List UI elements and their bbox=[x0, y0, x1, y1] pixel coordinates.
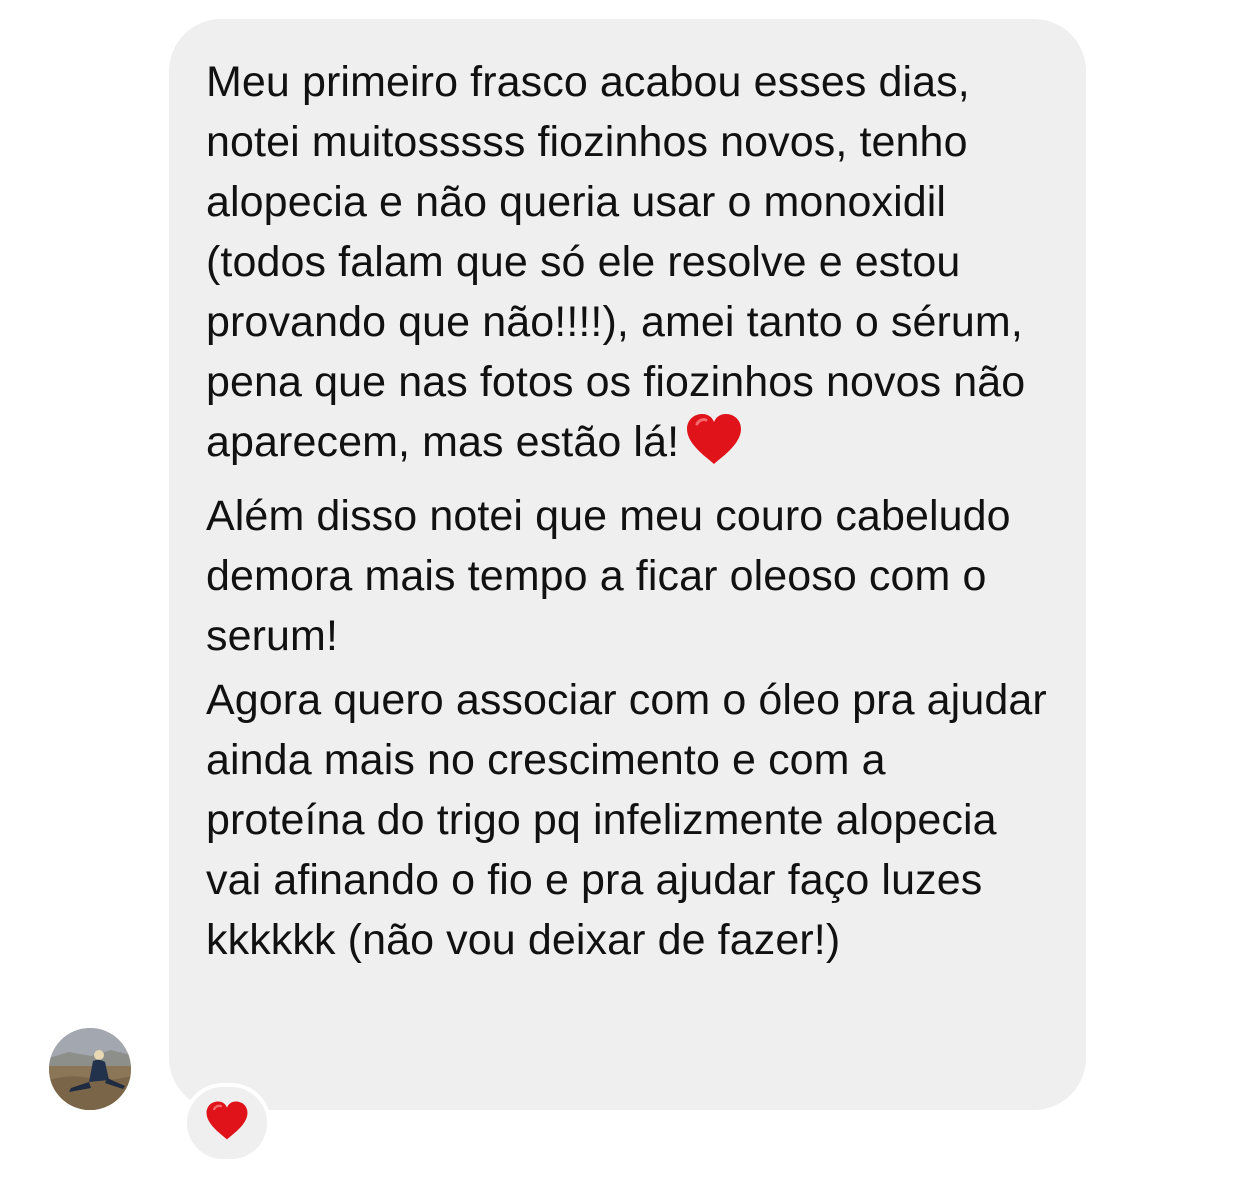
sender-avatar[interactable] bbox=[49, 1028, 131, 1110]
message-paragraph: Agora quero associar com o óleo pra ajud… bbox=[206, 670, 1050, 970]
message-text: Além disso notei que meu couro cabeludo … bbox=[206, 492, 1011, 660]
profile-photo bbox=[49, 1028, 131, 1110]
reaction-badge[interactable] bbox=[183, 1083, 271, 1163]
message-paragraph: Meu primeiro frasco acabou esses dias, n… bbox=[206, 52, 1050, 482]
message-bubble[interactable]: Meu primeiro frasco acabou esses dias, n… bbox=[169, 19, 1086, 1110]
message-text: Agora quero associar com o óleo pra ajud… bbox=[206, 676, 1047, 964]
message-paragraph: Além disso notei que meu couro cabeludo … bbox=[206, 486, 1050, 666]
red-heart-icon bbox=[685, 412, 743, 482]
message-text: Meu primeiro frasco acabou esses dias, n… bbox=[206, 58, 1026, 466]
red-heart-icon bbox=[205, 1100, 249, 1146]
